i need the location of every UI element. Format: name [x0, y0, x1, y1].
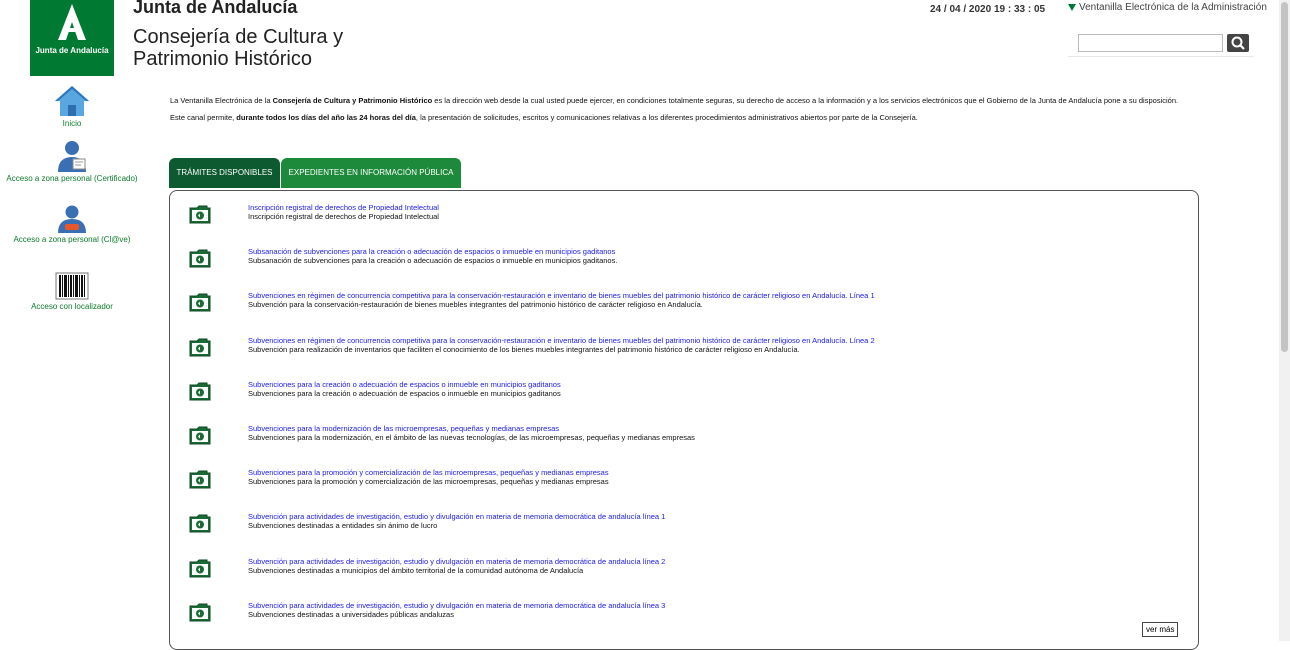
folder-icon: [189, 559, 211, 578]
nav-zona-certificado[interactable]: Acceso a zona personal (Certificado): [0, 140, 144, 183]
nav-label: Acceso a zona personal (Cl@ve): [13, 235, 131, 244]
ventanilla-link[interactable]: Ventanilla Electrónica de la Administrac…: [1068, 2, 1267, 13]
procedure-item: Subvenciones en régimen de concurrencia …: [189, 291, 1179, 321]
tab-tramites-disponibles[interactable]: TRÁMITES DISPONIBLES: [169, 158, 280, 188]
intro-text: La Ventanilla Electrónica de la Consejer…: [170, 96, 1200, 130]
procedure-item: Subvención para actividades de investiga…: [189, 601, 1179, 631]
user-certificate-icon: [58, 141, 86, 172]
intro-paragraph-2: Este canal permite, durante todos los dí…: [170, 113, 918, 122]
dept-name: Consejería de Cultura y Patrimonio Histó…: [133, 26, 344, 70]
arrow-down-icon: [1068, 3, 1076, 11]
org-name: Junta de Andalucía: [133, 0, 298, 17]
procedure-link[interactable]: Subsanación de subvenciones para la crea…: [248, 247, 615, 256]
nav-label: Inicio: [62, 119, 82, 128]
procedure-item: Subvenciones para la promoción y comerci…: [189, 468, 1179, 498]
procedure-item: Subvención para actividades de investiga…: [189, 557, 1179, 587]
barcode-icon: [55, 272, 89, 300]
procedure-item: Subvenciones en régimen de concurrencia …: [189, 336, 1179, 366]
procedure-item: Subvenciones para la modernización de la…: [189, 424, 1179, 454]
procedure-item: Subvenciones para la creación o adecuaci…: [189, 380, 1179, 410]
procedure-description: Subvenciones destinadas a municipios del…: [248, 566, 584, 575]
folder-icon: [189, 470, 211, 489]
procedure-description: Subvenciones destinadas a universidades …: [248, 610, 454, 619]
procedure-description: Subvenciones destinadas a entidades sin …: [248, 521, 438, 530]
procedure-link[interactable]: Subvenciones para la modernización de la…: [248, 424, 559, 433]
folder-icon: [189, 382, 211, 401]
search-input[interactable]: [1078, 34, 1223, 52]
folder-icon: [189, 514, 211, 533]
procedure-item: Inscripción registral de derechos de Pro…: [189, 203, 1179, 233]
nav-label: Acceso con localizador: [31, 302, 113, 311]
procedure-link[interactable]: Subvenciones en régimen de concurrencia …: [248, 291, 875, 300]
procedure-link[interactable]: Subvención para actividades de investiga…: [248, 601, 665, 610]
procedure-link[interactable]: Inscripción registral de derechos de Pro…: [248, 203, 439, 212]
datetime: 24 / 04 / 2020 19 : 33 : 05: [930, 4, 1046, 15]
scrollbar-thumb[interactable]: [1281, 2, 1288, 352]
procedure-description: Inscripción registral de derechos de Pro…: [248, 212, 439, 221]
procedure-link[interactable]: Subvención para actividades de investiga…: [248, 557, 665, 566]
folder-icon: [189, 426, 211, 445]
intro-paragraph-1: La Ventanilla Electrónica de la Consejer…: [170, 96, 1179, 105]
procedure-link[interactable]: Subvenciones para la promoción y comerci…: [248, 468, 609, 477]
user-clave-icon: [58, 205, 86, 233]
logo-text: Junta de Andalucía: [35, 46, 109, 55]
folder-icon: [189, 603, 211, 622]
procedure-item: Subvención para actividades de investiga…: [189, 512, 1179, 542]
procedure-description: Subvenciones para la promoción y comerci…: [248, 477, 609, 486]
search-button[interactable]: [1227, 34, 1249, 52]
folder-icon: [189, 205, 211, 224]
junta-logo-icon: [58, 4, 86, 40]
home-icon: [55, 86, 89, 116]
search-icon: [1231, 36, 1245, 50]
nav-inicio[interactable]: Inicio: [0, 85, 144, 128]
folder-icon: [189, 249, 211, 268]
procedure-link[interactable]: Subvenciones en régimen de concurrencia …: [248, 336, 875, 345]
nav-localizador[interactable]: Acceso con localizador: [0, 272, 144, 311]
search-box: [1068, 34, 1254, 57]
folder-icon: [189, 338, 211, 357]
procedure-description: Subsanación de subvenciones para la crea…: [248, 256, 618, 265]
procedure-description: Subvención para realización de inventari…: [248, 345, 800, 354]
nav-zona-clave[interactable]: Acceso a zona personal (Cl@ve): [0, 205, 144, 244]
junta-logo[interactable]: Junta de Andalucía: [30, 0, 114, 76]
ventanilla-label: Ventanilla Electrónica de la Administrac…: [1079, 2, 1267, 13]
ver-mas-button[interactable]: ver más: [1142, 622, 1179, 637]
procedure-description: Subvenciones para la creación o adecuaci…: [248, 389, 561, 398]
procedure-description: Subvención para la conservación-restaura…: [248, 300, 703, 309]
nav-label: Acceso a zona personal (Certificado): [6, 174, 138, 183]
procedure-link[interactable]: Subvenciones para la creación o adecuaci…: [248, 380, 561, 389]
procedure-item: Subsanación de subvenciones para la crea…: [189, 247, 1179, 277]
tab-expedientes-informacion-publica[interactable]: EXPEDIENTES EN INFORMACIÓN PÚBLICA: [281, 158, 461, 188]
folder-icon: [189, 293, 211, 312]
procedure-link[interactable]: Subvención para actividades de investiga…: [248, 512, 665, 521]
procedure-description: Subvenciones para la modernización, en e…: [248, 433, 695, 442]
